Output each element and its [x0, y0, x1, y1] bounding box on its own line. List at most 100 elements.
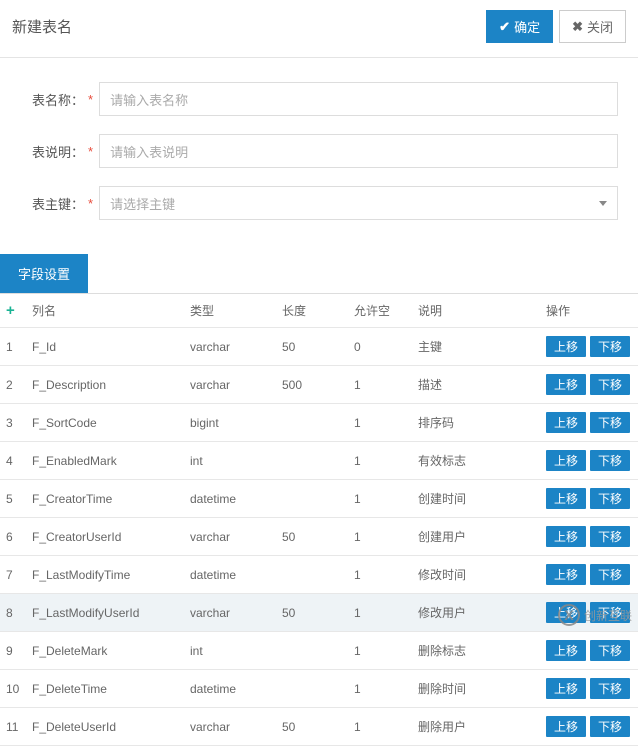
- move-up-button[interactable]: 上移: [546, 716, 586, 737]
- table-row[interactable]: 4F_EnabledMarkint1有效标志上移下移: [0, 442, 638, 480]
- move-up-button[interactable]: 上移: [546, 450, 586, 471]
- watermark-logo-icon: X: [558, 604, 580, 626]
- move-up-button[interactable]: 上移: [546, 374, 586, 395]
- cell-nullable: 1: [348, 708, 412, 746]
- move-down-button[interactable]: 下移: [590, 716, 630, 737]
- table-row[interactable]: 2F_Descriptionvarchar5001描述上移下移: [0, 366, 638, 404]
- cell-type: datetime: [184, 480, 276, 518]
- table-desc-label: 表说明：: [20, 142, 84, 161]
- table-name-label: 表名称：: [20, 90, 84, 109]
- row-index: 5: [0, 480, 26, 518]
- cell-length: [276, 670, 348, 708]
- cell-desc: 创建用户: [412, 518, 540, 556]
- cell-desc: 主键: [412, 328, 540, 366]
- cell-ops: 上移下移: [540, 518, 638, 556]
- cell-type: varchar: [184, 328, 276, 366]
- add-row-button[interactable]: +: [0, 294, 26, 328]
- move-up-button[interactable]: 上移: [546, 526, 586, 547]
- row-index: 1: [0, 328, 26, 366]
- cell-length: 50: [276, 518, 348, 556]
- tab-fields[interactable]: 字段设置: [0, 254, 88, 293]
- cell-nullable: 1: [348, 632, 412, 670]
- move-up-button[interactable]: 上移: [546, 678, 586, 699]
- cell-desc: 删除时间: [412, 670, 540, 708]
- cell-length: 50: [276, 594, 348, 632]
- cell-length: 500: [276, 366, 348, 404]
- cell-nullable: 1: [348, 670, 412, 708]
- move-up-button[interactable]: 上移: [546, 564, 586, 585]
- move-down-button[interactable]: 下移: [590, 488, 630, 509]
- close-label: 关闭: [587, 17, 613, 36]
- cell-nullable: 1: [348, 366, 412, 404]
- move-down-button[interactable]: 下移: [590, 374, 630, 395]
- cell-type: varchar: [184, 594, 276, 632]
- cell-name: F_CreatorUserId: [26, 518, 184, 556]
- move-up-button[interactable]: 上移: [546, 412, 586, 433]
- check-icon: ✔: [499, 19, 510, 35]
- cell-name: F_LastModifyTime: [26, 556, 184, 594]
- cell-desc: 删除标志: [412, 632, 540, 670]
- cell-nullable: 1: [348, 556, 412, 594]
- table-row[interactable]: 10F_DeleteTimedatetime1删除时间上移下移: [0, 670, 638, 708]
- cell-ops: 上移下移: [540, 404, 638, 442]
- row-index: 11: [0, 708, 26, 746]
- cell-ops: 上移下移: [540, 670, 638, 708]
- table-row[interactable]: 9F_DeleteMarkint1删除标志上移下移: [0, 632, 638, 670]
- table-pk-select[interactable]: 请选择主键: [99, 186, 618, 220]
- watermark-text: 创新互联: [584, 607, 632, 624]
- table-row[interactable]: 11F_DeleteUserIdvarchar501删除用户上移下移: [0, 708, 638, 746]
- move-down-button[interactable]: 下移: [590, 678, 630, 699]
- table-row[interactable]: 7F_LastModifyTimedatetime1修改时间上移下移: [0, 556, 638, 594]
- form-row-name: 表名称： * 请输入表名称: [20, 82, 618, 116]
- cell-ops: 上移下移: [540, 328, 638, 366]
- cell-length: 50: [276, 328, 348, 366]
- table-desc-input[interactable]: 请输入表说明: [99, 134, 618, 168]
- row-index: 2: [0, 366, 26, 404]
- cell-desc: 排序码: [412, 404, 540, 442]
- row-index: 8: [0, 594, 26, 632]
- table-name-placeholder: 请输入表名称: [110, 90, 188, 109]
- close-button[interactable]: ✖ 关闭: [559, 10, 626, 43]
- close-icon: ✖: [572, 19, 583, 35]
- form-row-pk: 表主键： * 请选择主键: [20, 186, 618, 220]
- cell-name: F_DeleteUserId: [26, 708, 184, 746]
- cell-type: datetime: [184, 556, 276, 594]
- tabs: 字段设置: [0, 254, 638, 293]
- cell-ops: 上移下移: [540, 708, 638, 746]
- table-row[interactable]: 1F_Idvarchar500主键上移下移: [0, 328, 638, 366]
- move-up-button[interactable]: 上移: [546, 640, 586, 661]
- th-ops: 操作: [540, 294, 638, 328]
- move-down-button[interactable]: 下移: [590, 564, 630, 585]
- cell-type: varchar: [184, 366, 276, 404]
- confirm-button[interactable]: ✔ 确定: [486, 10, 553, 43]
- move-down-button[interactable]: 下移: [590, 336, 630, 357]
- move-down-button[interactable]: 下移: [590, 640, 630, 661]
- cell-length: [276, 442, 348, 480]
- cell-type: varchar: [184, 518, 276, 556]
- move-down-button[interactable]: 下移: [590, 526, 630, 547]
- move-up-button[interactable]: 上移: [546, 488, 586, 509]
- cell-ops: 上移下移: [540, 632, 638, 670]
- th-name: 列名: [26, 294, 184, 328]
- cell-ops: 上移下移: [540, 366, 638, 404]
- table-pk-label: 表主键：: [20, 194, 84, 213]
- move-down-button[interactable]: 下移: [590, 450, 630, 471]
- table-row[interactable]: 5F_CreatorTimedatetime1创建时间上移下移: [0, 480, 638, 518]
- table-name-input[interactable]: 请输入表名称: [99, 82, 618, 116]
- cell-length: [276, 480, 348, 518]
- cell-length: [276, 556, 348, 594]
- move-up-button[interactable]: 上移: [546, 336, 586, 357]
- table-row[interactable]: 8F_LastModifyUserIdvarchar501修改用户上移下移: [0, 594, 638, 632]
- table-row[interactable]: 3F_SortCodebigint1排序码上移下移: [0, 404, 638, 442]
- cell-desc: 修改用户: [412, 594, 540, 632]
- plus-icon: +: [6, 302, 15, 319]
- cell-type: datetime: [184, 670, 276, 708]
- cell-nullable: 1: [348, 594, 412, 632]
- cell-ops: 上移下移: [540, 480, 638, 518]
- th-desc: 说明: [412, 294, 540, 328]
- modal-header: 新建表名 ✔ 确定 ✖ 关闭: [0, 0, 638, 58]
- cell-desc: 修改时间: [412, 556, 540, 594]
- move-down-button[interactable]: 下移: [590, 412, 630, 433]
- table-row[interactable]: 6F_CreatorUserIdvarchar501创建用户上移下移: [0, 518, 638, 556]
- form-row-desc: 表说明： * 请输入表说明: [20, 134, 618, 168]
